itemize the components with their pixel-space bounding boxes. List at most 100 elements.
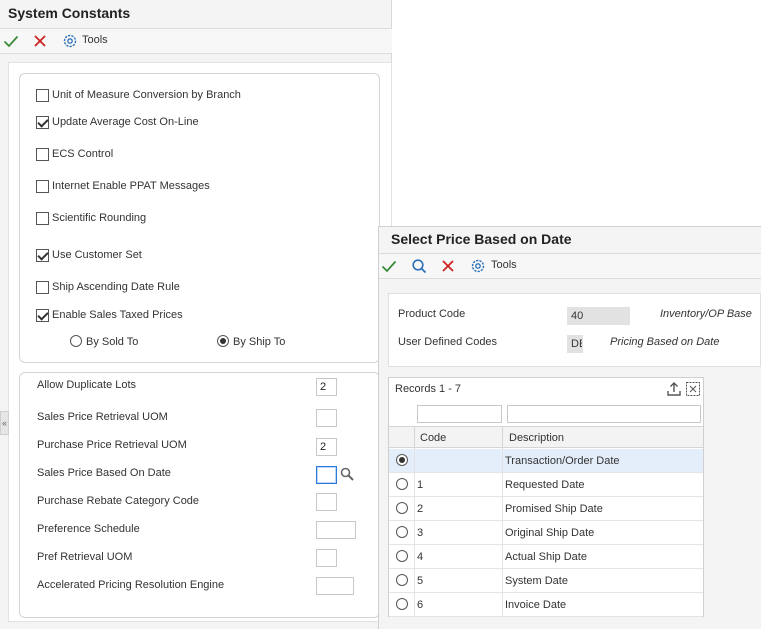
checkbox-box[interactable] [36, 248, 49, 262]
checkbox-label: ECS Control [52, 148, 114, 160]
table-row[interactable]: 5 System Date [389, 569, 703, 593]
table-row[interactable]: Transaction/Order Date [389, 449, 703, 473]
checkbox-uom-conversion-by-branch[interactable]: Unit of Measure Conversion by Branch [36, 87, 241, 103]
checkbox-label: Internet Enable PPAT Messages [52, 180, 210, 192]
checkbox-enable-sales-taxed-prices[interactable]: Enable Sales Taxed Prices [36, 307, 183, 323]
checkbox-label: Use Customer Set [52, 249, 142, 261]
field-label: Accelerated Pricing Resolution Engine [37, 579, 225, 591]
cell-separator [502, 449, 503, 473]
row-description: Promised Ship Date [505, 503, 603, 515]
cell-separator [502, 521, 503, 545]
checkbox-use-customer-set[interactable]: Use Customer Set [36, 247, 142, 263]
field-label: Preference Schedule [37, 523, 140, 535]
tools-menu[interactable]: Tools [491, 259, 517, 271]
toolbar: Tools [379, 253, 761, 279]
column-separator [502, 427, 503, 449]
field-label: Purchase Price Retrieval UOM [37, 439, 187, 451]
column-header-code[interactable]: Code [420, 432, 446, 444]
table-row[interactable]: 4 Actual Ship Date [389, 545, 703, 569]
column-separator [414, 427, 415, 449]
row-select-radio[interactable] [396, 478, 408, 490]
cell-separator [414, 593, 415, 617]
find-search-icon[interactable] [411, 258, 427, 274]
cell-separator [502, 473, 503, 497]
purchase-price-retrieval-uom-input[interactable] [316, 438, 337, 456]
checkbox-box[interactable] [36, 115, 49, 129]
product-code-value: 40 [567, 307, 630, 325]
row-select-radio[interactable] [396, 550, 408, 562]
export-icon[interactable] [666, 381, 682, 397]
collapse-icon[interactable]: « [0, 411, 9, 435]
table-row[interactable]: 2 Promised Ship Date [389, 497, 703, 521]
pref-retrieval-uom-input[interactable] [316, 549, 337, 567]
row-select-radio[interactable] [396, 598, 408, 610]
search-icon[interactable] [339, 466, 355, 482]
field-label: Allow Duplicate Lots [37, 379, 137, 391]
table-row[interactable]: 3 Original Ship Date [389, 521, 703, 545]
records-count: Records 1 - 7 [395, 383, 462, 395]
product-code-description: Inventory/OP Base [660, 308, 752, 320]
row-description: System Date [505, 575, 568, 587]
product-code-label: Product Code [398, 308, 466, 320]
sales-price-retrieval-uom-input[interactable] [316, 409, 337, 427]
cancel-close-icon[interactable] [440, 258, 456, 274]
row-select-radio[interactable] [396, 574, 408, 586]
checkbox-box[interactable] [36, 211, 49, 225]
preference-schedule-input[interactable] [316, 521, 356, 539]
gear-icon[interactable] [470, 258, 486, 274]
accelerated-pricing-engine-input[interactable] [316, 577, 354, 595]
column-header-description[interactable]: Description [509, 432, 564, 444]
row-select-radio[interactable] [396, 454, 408, 466]
cancel-close-icon[interactable] [32, 33, 48, 49]
row-code: 5 [417, 575, 424, 587]
allow-duplicate-lots-input[interactable] [316, 378, 337, 396]
checkbox-internet-enable-ppat[interactable]: Internet Enable PPAT Messages [36, 178, 210, 194]
table-row[interactable]: 6 Invoice Date [389, 593, 703, 617]
udc-label: User Defined Codes [398, 336, 498, 348]
checkbox-label: Ship Ascending Date Rule [52, 281, 180, 293]
select-checkmark-icon[interactable] [381, 258, 397, 274]
checkbox-box[interactable] [36, 147, 49, 161]
field-label: Purchase Rebate Category Code [37, 495, 200, 507]
qbe-description-input[interactable] [507, 405, 701, 423]
cell-separator [414, 569, 415, 593]
purchase-rebate-category-code-input[interactable] [316, 493, 337, 511]
window-title: Select Price Based on Date [391, 231, 572, 247]
sales-price-based-on-date-input[interactable] [316, 466, 337, 484]
cell-separator [502, 497, 503, 521]
fullscreen-icon[interactable] [685, 381, 701, 397]
cell-separator [502, 593, 503, 617]
checkbox-ecs-control[interactable]: ECS Control [36, 146, 113, 162]
checkbox-box[interactable] [36, 308, 49, 322]
checkbox-box[interactable] [36, 88, 49, 102]
checkbox-label: Enable Sales Taxed Prices [52, 309, 183, 321]
udc-description: Pricing Based on Date [610, 336, 720, 348]
radio-by-ship-to[interactable] [217, 335, 229, 347]
row-select-radio[interactable] [396, 526, 408, 538]
checkbox-update-average-cost[interactable]: Update Average Cost On-Line [36, 114, 199, 130]
row-description: Actual Ship Date [505, 551, 587, 563]
row-code: 6 [417, 599, 424, 611]
tools-menu[interactable]: Tools [82, 34, 108, 46]
radio-label: By Ship To [233, 336, 286, 348]
checkbox-scientific-rounding[interactable]: Scientific Rounding [36, 210, 146, 226]
checkbox-ship-ascending-date-rule[interactable]: Ship Ascending Date Rule [36, 279, 180, 295]
window-title: System Constants [8, 5, 131, 21]
row-code: 4 [417, 551, 424, 563]
row-code: 1 [417, 479, 424, 491]
ok-checkmark-icon[interactable] [3, 33, 19, 49]
grid-header: Code Description [389, 426, 703, 449]
row-description: Transaction/Order Date [505, 455, 620, 467]
records-grid: Records 1 - 7 Code Description Transacti… [388, 377, 704, 617]
table-row[interactable]: 1 Requested Date [389, 473, 703, 497]
gear-icon[interactable] [62, 33, 78, 49]
checkbox-box[interactable] [36, 179, 49, 193]
radio-by-sold-to[interactable] [70, 335, 82, 347]
row-code: 2 [417, 503, 424, 515]
cell-separator [414, 497, 415, 521]
field-label: Sales Price Retrieval UOM [37, 411, 168, 423]
checkbox-box[interactable] [36, 280, 49, 294]
qbe-code-input[interactable] [417, 405, 502, 423]
field-label: Sales Price Based On Date [37, 467, 171, 479]
row-select-radio[interactable] [396, 502, 408, 514]
